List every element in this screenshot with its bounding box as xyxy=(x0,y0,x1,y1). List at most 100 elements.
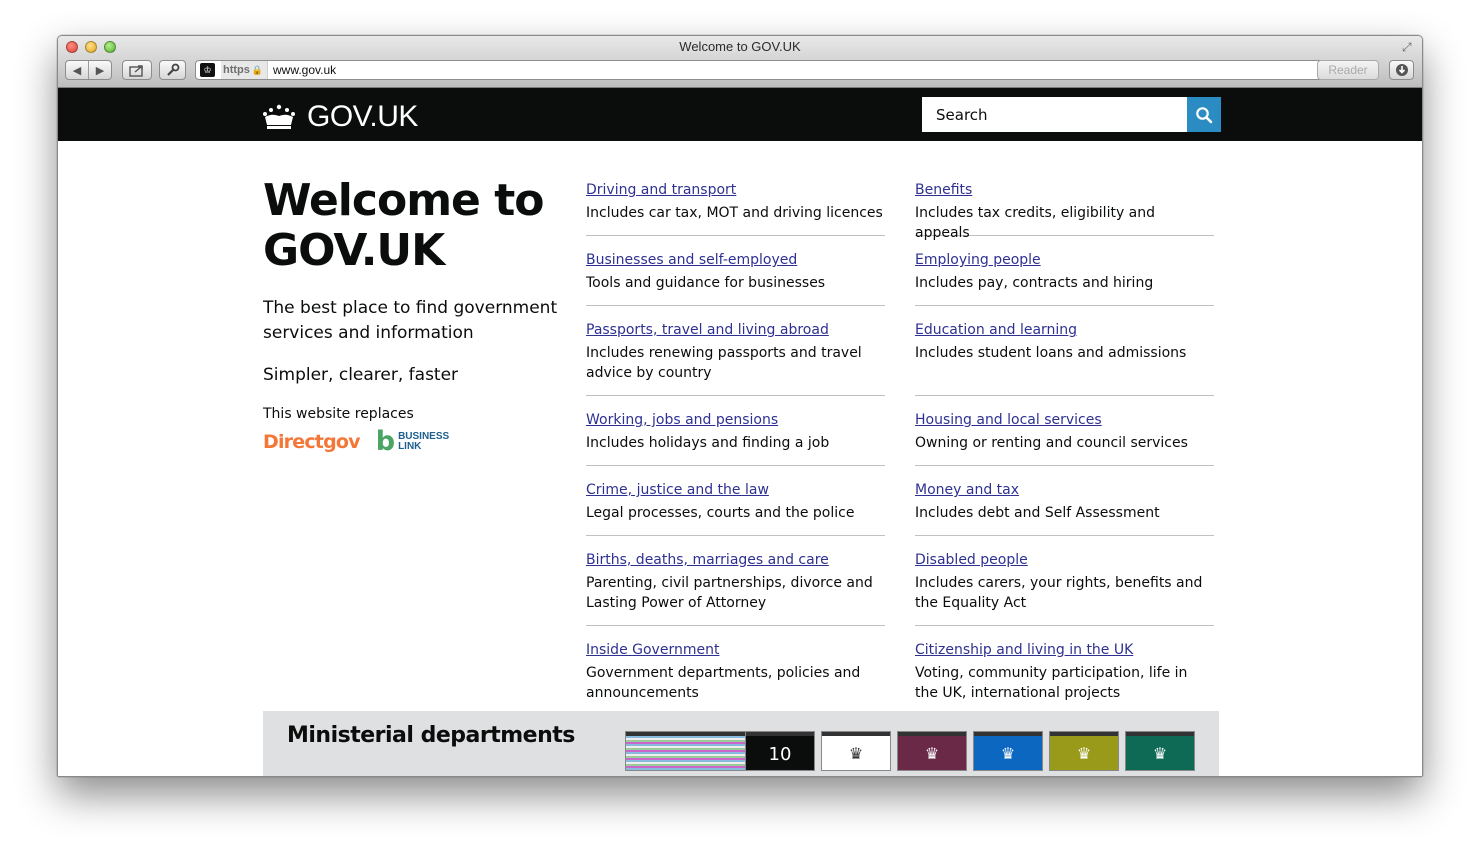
category-item: Employing people Includes pay, contracts… xyxy=(915,236,1214,306)
url-text[interactable]: www.gov.uk xyxy=(273,61,336,79)
category-link-citizenship[interactable]: Citizenship and living in the UK xyxy=(915,641,1214,659)
browser-window: Welcome to GOV.UK ⤢ ◀ ▶ ♔ https 🔒 www.gov… xyxy=(57,35,1423,777)
category-link-business[interactable]: Businesses and self-employed xyxy=(586,251,885,269)
search-button[interactable] xyxy=(1187,97,1221,132)
category-item: Education and learning Includes student … xyxy=(915,306,1214,396)
govuk-logo-link[interactable]: GOV.UK xyxy=(262,100,418,134)
back-button[interactable]: ◀ xyxy=(66,61,88,79)
royal-crest-icon: ♛ xyxy=(1152,744,1168,763)
back-forward-buttons: ◀ ▶ xyxy=(65,60,112,80)
category-description: Includes renewing passports and travel a… xyxy=(586,345,862,381)
category-description: Includes debt and Self Assessment xyxy=(915,505,1160,521)
window-title: Welcome to GOV.UK xyxy=(679,39,801,54)
category-link-crime[interactable]: Crime, justice and the law xyxy=(586,481,885,499)
category-description: Government departments, policies and ann… xyxy=(586,665,861,701)
department-thumbnail[interactable]: ♛ xyxy=(897,731,967,771)
category-link-passports[interactable]: Passports, travel and living abroad xyxy=(586,321,885,339)
category-description: Owning or renting and council services xyxy=(915,435,1188,451)
royal-crest-icon: ♛ xyxy=(848,744,864,763)
page-title: Welcome to GOV.UK xyxy=(263,175,544,276)
category-link-driving[interactable]: Driving and transport xyxy=(586,181,885,199)
browser-titlebar: Welcome to GOV.UK ⤢ ◀ ▶ ♔ https 🔒 www.gov… xyxy=(58,36,1422,88)
https-indicator: https 🔒 xyxy=(221,61,269,79)
category-link-disabled[interactable]: Disabled people xyxy=(915,551,1214,569)
intro-lead: The best place to find government servic… xyxy=(263,298,558,343)
number10-label: 10 xyxy=(768,744,792,765)
forward-button[interactable]: ▶ xyxy=(88,61,111,79)
category-link-housing[interactable]: Housing and local services xyxy=(915,411,1214,429)
download-icon xyxy=(1395,64,1408,76)
search-input[interactable] xyxy=(922,97,1187,132)
department-thumbnail[interactable]: ♛ xyxy=(821,731,891,771)
downloads-button[interactable] xyxy=(1389,60,1414,80)
category-item: Driving and transport Includes car tax, … xyxy=(586,181,885,236)
category-link-benefits[interactable]: Benefits xyxy=(915,181,1214,199)
category-item: Money and tax Includes debt and Self Ass… xyxy=(915,466,1214,536)
department-thumbnail[interactable]: ♛ xyxy=(973,731,1043,771)
royal-crest-icon: ♛ xyxy=(924,744,940,763)
business-link-line2: LINK xyxy=(398,441,422,452)
category-description: Voting, community participation, life in… xyxy=(915,665,1188,701)
tools-button[interactable] xyxy=(159,60,186,80)
back-arrow-icon: ◀ xyxy=(72,63,82,77)
intro-tagline: Simpler, clearer, faster xyxy=(263,365,459,385)
ministerial-heading: Ministerial departments xyxy=(287,723,575,748)
category-link-inside-government[interactable]: Inside Government xyxy=(586,641,885,659)
category-item: Births, deaths, marriages and care Paren… xyxy=(586,536,885,626)
number10-thumbnail[interactable]: 10 xyxy=(745,731,815,771)
category-item: Businesses and self-employed Tools and g… xyxy=(586,236,885,306)
royal-crest-icon: ♛ xyxy=(1076,744,1092,763)
category-description: Includes student loans and admissions xyxy=(915,345,1187,361)
department-thumbnail[interactable]: ♛ xyxy=(1125,731,1195,771)
category-link-working[interactable]: Working, jobs and pensions xyxy=(586,411,885,429)
web-page: GOV.UK Welcome to GOV.UK The best place … xyxy=(58,88,1422,776)
category-link-education[interactable]: Education and learning xyxy=(915,321,1214,339)
category-item: Passports, travel and living abroad Incl… xyxy=(586,306,885,396)
logo-text: GOV.UK xyxy=(307,100,418,133)
category-item: Crime, justice and the law Legal process… xyxy=(586,466,885,536)
crown-icon xyxy=(263,104,295,129)
govuk-header: GOV.UK xyxy=(58,88,1422,141)
forward-arrow-icon: ▶ xyxy=(95,63,105,77)
site-search xyxy=(922,97,1221,132)
replaces-label: This website replaces xyxy=(263,406,414,422)
business-link-b-icon: b xyxy=(375,426,396,457)
intro-section: Welcome to GOV.UK The best place to find… xyxy=(263,175,563,457)
category-description: Includes carers, your rights, benefits a… xyxy=(915,575,1203,611)
category-description: Includes holidays and finding a job xyxy=(586,435,830,451)
category-description: Parenting, civil partnerships, divorce a… xyxy=(586,575,873,611)
category-description: Legal processes, courts and the police xyxy=(586,505,855,521)
category-link-money[interactable]: Money and tax xyxy=(915,481,1214,499)
department-thumbnail[interactable] xyxy=(625,731,749,771)
directgov-logo: Directgov xyxy=(263,431,361,453)
category-description: Includes pay, contracts and hiring xyxy=(915,275,1154,291)
category-link-employing[interactable]: Employing people xyxy=(915,251,1214,269)
department-thumbnails: 10 ♛ ♛ ♛ ♛ ♛ xyxy=(625,731,1195,771)
reader-button[interactable]: Reader xyxy=(1317,60,1379,80)
category-item: Citizenship and living in the UK Voting,… xyxy=(915,626,1214,715)
categories-left-column: Driving and transport Includes car tax, … xyxy=(586,181,885,715)
wrench-icon xyxy=(166,63,179,76)
category-description: Includes tax credits, eligibility and ap… xyxy=(915,205,1156,241)
category-item: Working, jobs and pensions Includes holi… xyxy=(586,396,885,466)
ministerial-departments-section: Ministerial departments 10 ♛ ♛ ♛ ♛ ♛ xyxy=(263,711,1219,776)
replaced-brands: Directgov b BUSINESS LINK xyxy=(263,426,563,457)
protocol-label: https xyxy=(223,64,250,76)
site-favicon: ♔ xyxy=(200,63,215,77)
category-link-births[interactable]: Births, deaths, marriages and care xyxy=(586,551,885,569)
fullscreen-icon[interactable]: ⤢ xyxy=(1402,40,1416,54)
royal-crest-icon: ♛ xyxy=(1000,744,1016,763)
categories-right-column: Benefits Includes tax credits, eligibili… xyxy=(915,181,1214,715)
share-icon xyxy=(129,64,143,77)
magnifier-icon xyxy=(1196,106,1213,123)
category-item: Disabled people Includes carers, your ri… xyxy=(915,536,1214,626)
lock-icon: 🔒 xyxy=(251,65,264,75)
department-thumbnail[interactable]: ♛ xyxy=(1049,731,1119,771)
share-button[interactable] xyxy=(122,60,152,80)
category-item: Housing and local services Owning or ren… xyxy=(915,396,1214,466)
category-item: Benefits Includes tax credits, eligibili… xyxy=(915,181,1214,241)
category-item: Inside Government Government departments… xyxy=(586,626,885,715)
address-bar[interactable]: ♔ https🔒 www.gov.uk ↻ xyxy=(195,60,1375,80)
business-link-logo: b BUSINESS LINK xyxy=(375,426,449,457)
category-description: Tools and guidance for businesses xyxy=(586,275,826,291)
